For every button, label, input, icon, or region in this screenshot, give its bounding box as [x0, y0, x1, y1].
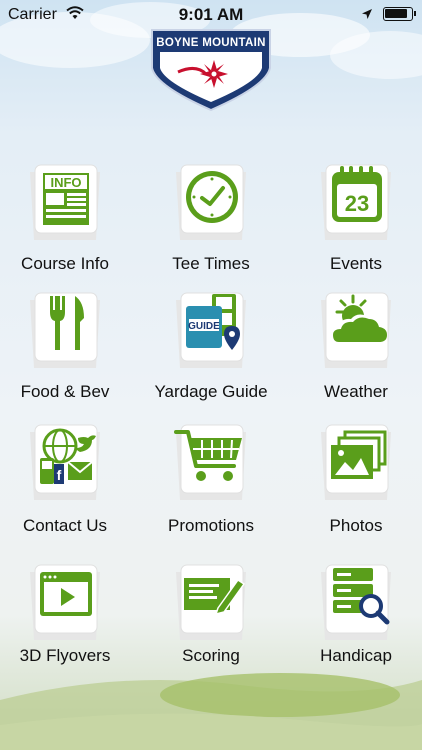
shopping-cart-icon: [174, 424, 246, 500]
menu-item-label: 3D Flyovers: [19, 646, 111, 665]
menu-item-contact-us[interactable]: f Contact Us: [0, 420, 130, 545]
menu-item-label: Course Info: [21, 254, 109, 273]
menu-item-yardage-guide[interactable]: GUIDE Yardage Guide: [146, 288, 276, 413]
menu-item-scoring[interactable]: Scoring: [146, 560, 276, 685]
menu-item-label: Photos: [329, 516, 383, 535]
clock-icon: [176, 164, 246, 240]
menu-item-label: Contact Us: [22, 516, 108, 535]
menu-item-photos[interactable]: Photos: [291, 420, 421, 545]
sun-cloud-icon: [321, 292, 391, 368]
menu-item-label: Handicap: [320, 646, 392, 665]
menu-grid: INFO Course Info Tee Times 23 Events Foo…: [0, 0, 422, 750]
calendar-day: 23: [345, 191, 369, 216]
menu-item-promotions[interactable]: Promotions: [146, 420, 276, 545]
menu-item-weather[interactable]: Weather: [291, 288, 421, 413]
svg-text:f: f: [57, 467, 62, 483]
menu-item-3d-flyovers[interactable]: 3D Flyovers: [0, 560, 130, 685]
menu-item-food-bev[interactable]: Food & Bev: [0, 288, 130, 413]
photos-icon: [321, 424, 391, 500]
svg-text:INFO: INFO: [50, 175, 81, 190]
menu-item-label: Weather: [324, 382, 388, 401]
info-newspaper-icon: INFO: [30, 164, 100, 240]
menu-item-label: Events: [330, 254, 382, 273]
menu-item-label: Tee Times: [172, 254, 250, 273]
menu-item-events[interactable]: 23 Events: [291, 160, 421, 285]
menu-item-tee-times[interactable]: Tee Times: [146, 160, 276, 285]
menu-item-label: Food & Bev: [20, 382, 110, 401]
menu-item-label: Yardage Guide: [154, 382, 268, 401]
menu-item-handicap[interactable]: Handicap: [291, 560, 421, 685]
video-player-icon: [30, 564, 100, 640]
menu-item-label: Scoring: [182, 646, 240, 665]
menu-item-label: Promotions: [168, 516, 254, 535]
guide-badge: GUIDE: [188, 321, 220, 332]
calendar-icon: 23: [321, 164, 391, 240]
menu-item-course-info[interactable]: INFO Course Info: [0, 160, 130, 285]
guide-map-icon: GUIDE: [176, 292, 246, 368]
database-search-icon: [321, 564, 391, 640]
fork-knife-icon: [30, 292, 100, 368]
contact-social-icon: f: [30, 424, 100, 500]
scorecard-pencil-icon: [176, 564, 246, 640]
